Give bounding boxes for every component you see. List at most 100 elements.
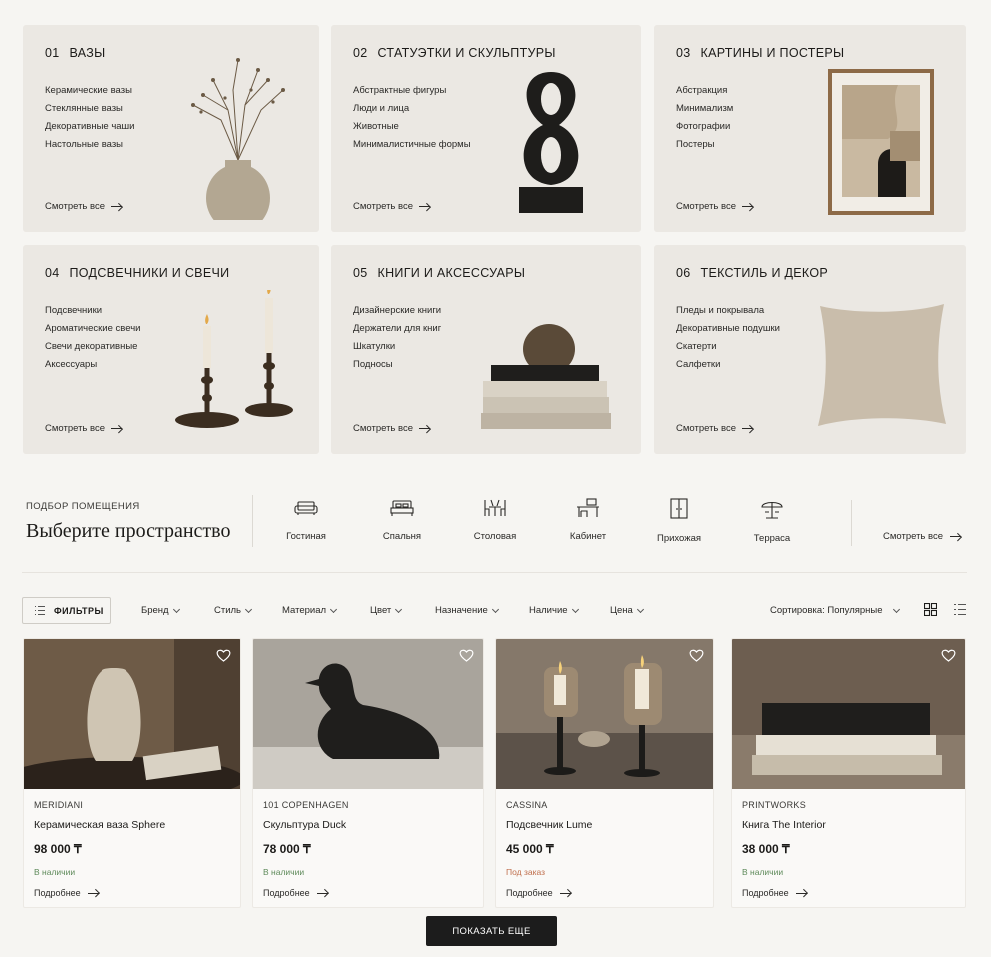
product-image [732, 639, 965, 789]
category-link[interactable]: Минимализм [676, 100, 733, 118]
category-link[interactable]: Подсвечники [45, 302, 140, 320]
filter-price[interactable]: Цена [610, 605, 644, 616]
grid-view-icon[interactable] [924, 603, 937, 616]
heart-icon[interactable] [689, 649, 704, 662]
product-name[interactable]: Керамическая ваза Sphere [34, 819, 165, 831]
arrow-right-icon [949, 533, 962, 541]
chevron-down-icon [172, 605, 180, 613]
category-link[interactable]: Подносы [353, 356, 441, 374]
filter-purpose[interactable]: Назначение [435, 605, 499, 616]
heart-icon[interactable] [941, 649, 956, 662]
product-availability: В наличии [34, 867, 76, 877]
category-card-candles[interactable]: 04 ПОДСВЕЧНИКИ И СВЕЧИ Подсвечники Аромат… [23, 245, 319, 454]
product-brand: PRINTWORKS [742, 800, 807, 810]
category-link[interactable]: Постеры [676, 136, 733, 154]
room-bedroom[interactable]: Спальня [362, 498, 442, 544]
heart-icon[interactable] [216, 649, 231, 662]
view-all-link[interactable]: Смотреть все [45, 201, 123, 212]
rooms-view-all-link[interactable]: Смотреть все [883, 531, 962, 542]
room-terrace[interactable]: Терраса [732, 498, 812, 546]
filter-color[interactable]: Цвет [370, 605, 403, 616]
category-card-vases[interactable]: 01 ВАЗЫ Керамические вазы Стеклянные вазы… [23, 25, 319, 232]
category-link[interactable]: Скатерти [676, 338, 780, 356]
category-title: 01 ВАЗЫ [45, 46, 106, 60]
room-hallway[interactable]: Прихожая [639, 498, 719, 546]
category-link[interactable]: Стеклянные вазы [45, 100, 135, 118]
product-name[interactable]: Книга The Interior [742, 819, 826, 831]
details-link[interactable]: Подробнее [506, 888, 572, 898]
heart-icon[interactable] [459, 649, 474, 662]
category-link[interactable]: Шкатулки [353, 338, 441, 356]
filter-material[interactable]: Материал [282, 605, 338, 616]
category-card-paintings[interactable]: 03 КАРТИНЫ И ПОСТЕРЫ Абстракция Минимализ… [654, 25, 966, 232]
product-availability: Под заказ [506, 867, 546, 877]
chevron-down-icon [244, 605, 253, 613]
category-link[interactable]: Настольные вазы [45, 136, 135, 154]
category-card-sculptures[interactable]: 02 СТАТУЭТКИ И СКУЛЬПТУРЫ Абстрактные фиг… [331, 25, 641, 232]
view-all-link[interactable]: Смотреть все [676, 423, 754, 434]
category-card-textile[interactable]: 06 ТЕКСТИЛЬ И ДЕКОР Пледы и покрывала Дек… [654, 245, 966, 454]
divider [851, 500, 852, 546]
details-link[interactable]: Подробнее [742, 888, 808, 898]
desk-icon [577, 498, 599, 517]
product-image [253, 639, 483, 789]
arrow-right-icon [316, 889, 329, 897]
category-link[interactable]: Фотографии [676, 118, 733, 136]
sofa-icon [294, 501, 318, 515]
filter-brand[interactable]: Бренд [141, 605, 180, 616]
view-all-link[interactable]: Смотреть все [676, 201, 754, 212]
category-link[interactable]: Животные [353, 118, 471, 136]
sculpture-illustration [519, 72, 583, 213]
view-all-link[interactable]: Смотреть все [353, 423, 431, 434]
details-link[interactable]: Подробнее [34, 888, 100, 898]
category-title: 04 ПОДСВЕЧНИКИ И СВЕЧИ [45, 266, 230, 280]
details-link[interactable]: Подробнее [263, 888, 329, 898]
category-link[interactable]: Держатели для книг [353, 320, 441, 338]
category-link[interactable]: Абстрактные фигуры [353, 82, 471, 100]
product-name[interactable]: Подсвечник Lume [506, 819, 592, 831]
divider [252, 495, 253, 547]
filter-list-icon [35, 606, 45, 615]
product-price: 78 000 ₸ [263, 842, 311, 856]
category-link[interactable]: Ароматические свечи [45, 320, 140, 338]
sort-dropdown[interactable]: Сортировка: Популярные [770, 605, 900, 616]
category-link[interactable]: Дизайнерские книги [353, 302, 441, 320]
product-card[interactable]: PRINTWORKS Книга The Interior 38 000 ₸ В… [731, 638, 966, 908]
product-card[interactable]: CASSINA Подсвечник Lume 45 000 ₸ Под зак… [495, 638, 714, 908]
product-brand: 101 COPENHAGEN [263, 800, 349, 810]
category-link[interactable]: Аксессуары [45, 356, 140, 374]
arrow-right-icon [418, 425, 431, 433]
category-link[interactable]: Декоративные чаши [45, 118, 135, 136]
arrow-right-icon [418, 203, 431, 211]
room-living[interactable]: Гостиная [266, 498, 346, 544]
category-link[interactable]: Люди и лица [353, 100, 471, 118]
category-link[interactable]: Абстракция [676, 82, 733, 100]
arrow-right-icon [741, 203, 754, 211]
list-view-icon[interactable] [953, 603, 967, 616]
product-card[interactable]: 101 COPENHAGEN Скульптура Duck 78 000 ₸ … [252, 638, 484, 908]
view-all-link[interactable]: Смотреть все [353, 201, 431, 212]
arrow-right-icon [110, 425, 123, 433]
book-stack-illustration [481, 324, 611, 429]
filter-style[interactable]: Стиль [214, 605, 253, 616]
product-card[interactable]: MERIDIANI Керамическая ваза Sphere 98 00… [23, 638, 241, 908]
product-name[interactable]: Скульптура Duck [263, 819, 346, 831]
category-link[interactable]: Свечи декоративные [45, 338, 140, 356]
category-link[interactable]: Пледы и покрывала [676, 302, 780, 320]
view-all-link[interactable]: Смотреть все [45, 423, 123, 434]
category-link[interactable]: Минималистичные формы [353, 136, 471, 154]
category-link[interactable]: Салфетки [676, 356, 780, 374]
category-link[interactable]: Декоративные подушки [676, 320, 780, 338]
room-dining[interactable]: Столовая [455, 498, 535, 544]
candlesticks-illustration [175, 290, 293, 428]
filter-availability[interactable]: Наличие [529, 605, 579, 616]
umbrella-icon [761, 501, 783, 519]
show-more-button[interactable]: ПОКАЗАТЬ ЕЩЕ [426, 916, 557, 946]
category-card-books[interactable]: 05 КНИГИ И АКСЕССУАРЫ Дизайнерские книги … [331, 245, 641, 454]
category-link[interactable]: Керамические вазы [45, 82, 135, 100]
room-office[interactable]: Кабинет [548, 498, 628, 544]
product-image [496, 639, 713, 789]
product-availability: В наличии [263, 867, 305, 877]
filters-button[interactable]: ФИЛЬТРЫ [22, 597, 111, 624]
chevron-down-icon [491, 605, 499, 613]
